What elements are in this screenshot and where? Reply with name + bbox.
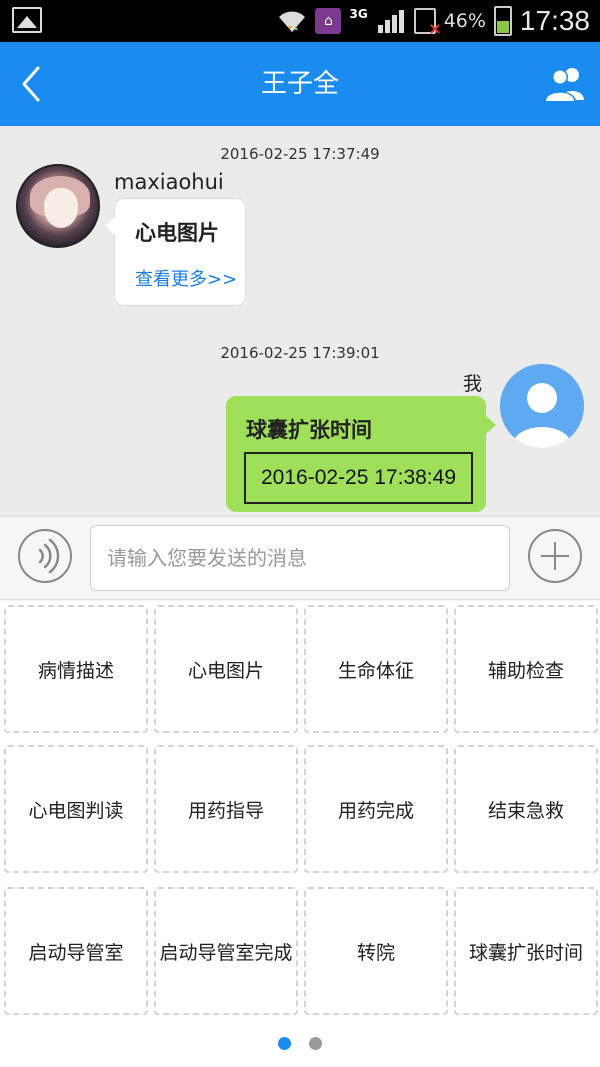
battery-icon	[493, 6, 512, 36]
incoming-message-bubble[interactable]: 心电图片 查看更多>>	[105, 198, 246, 306]
message-title: 心电图片	[135, 221, 219, 245]
action-button-cath-lab-complete[interactable]: 启动导管室完成	[154, 887, 298, 1015]
action-button-auxiliary-exam[interactable]: 辅助检查	[454, 605, 598, 733]
message-input-bar	[0, 516, 600, 600]
page-indicator	[0, 1021, 600, 1067]
message-timestamp: 2016-02-25 17:39:01	[220, 344, 380, 362]
plus-icon[interactable]	[528, 529, 582, 583]
action-button-balloon-dilation-time[interactable]: 球囊扩张时间	[454, 887, 598, 1015]
clock: 17:38	[519, 5, 590, 36]
status-bar: ⌂ 3G 46% 17:38	[0, 0, 600, 42]
contacts-icon[interactable]	[542, 64, 586, 104]
gallery-notification-icon	[12, 7, 42, 33]
page-dot[interactable]	[309, 1037, 322, 1050]
user-placeholder-icon	[512, 383, 572, 448]
message-title: 球囊扩张时间	[246, 418, 372, 442]
page-title: 王子全	[260, 69, 339, 99]
sender-name: maxiaohui	[114, 170, 224, 194]
home-notification-icon: ⌂	[315, 8, 342, 34]
page-dot-active[interactable]	[278, 1037, 291, 1050]
outgoing-message-bubble[interactable]: 球囊扩张时间 2016-02-25 17:38:49	[226, 396, 496, 512]
chat-message-list[interactable]: 2016-02-25 17:37:49 maxiaohui 心电图片 查看更多>…	[0, 126, 600, 516]
view-more-link[interactable]: 查看更多>>	[135, 265, 237, 291]
action-button-medication-complete[interactable]: 用药完成	[304, 745, 448, 873]
action-button-medication-guidance[interactable]: 用药指导	[154, 745, 298, 873]
action-button-condition-description[interactable]: 病情描述	[4, 605, 148, 733]
action-button-transfer[interactable]: 转院	[304, 887, 448, 1015]
message-value: 2016-02-25 17:38:49	[244, 452, 473, 504]
action-button-start-cath-lab[interactable]: 启动导管室	[4, 887, 148, 1015]
action-button-ecg-image[interactable]: 心电图片	[154, 605, 298, 733]
sender-name: 我	[462, 373, 482, 395]
avatar[interactable]	[16, 164, 100, 248]
avatar[interactable]	[500, 364, 584, 448]
wifi-icon	[279, 11, 306, 32]
network-type: 3G	[349, 7, 368, 21]
chat-header: 王子全	[0, 42, 600, 126]
voice-icon[interactable]	[18, 529, 72, 583]
no-sim-icon	[413, 8, 442, 38]
message-timestamp: 2016-02-25 17:37:49	[220, 145, 380, 163]
action-button-end-rescue[interactable]: 结束急救	[454, 745, 598, 873]
action-button-vital-signs[interactable]: 生命体征	[304, 605, 448, 733]
message-input[interactable]	[90, 525, 510, 591]
signal-strength-icon	[377, 10, 404, 33]
action-button-ecg-interpretation[interactable]: 心电图判读	[4, 745, 148, 873]
battery-percent: 46%	[443, 10, 486, 32]
quick-action-grid: 病情描述 心电图片 生命体征 辅助检查 心电图判读 用药指导 用药完成 结束急救…	[0, 601, 600, 1021]
